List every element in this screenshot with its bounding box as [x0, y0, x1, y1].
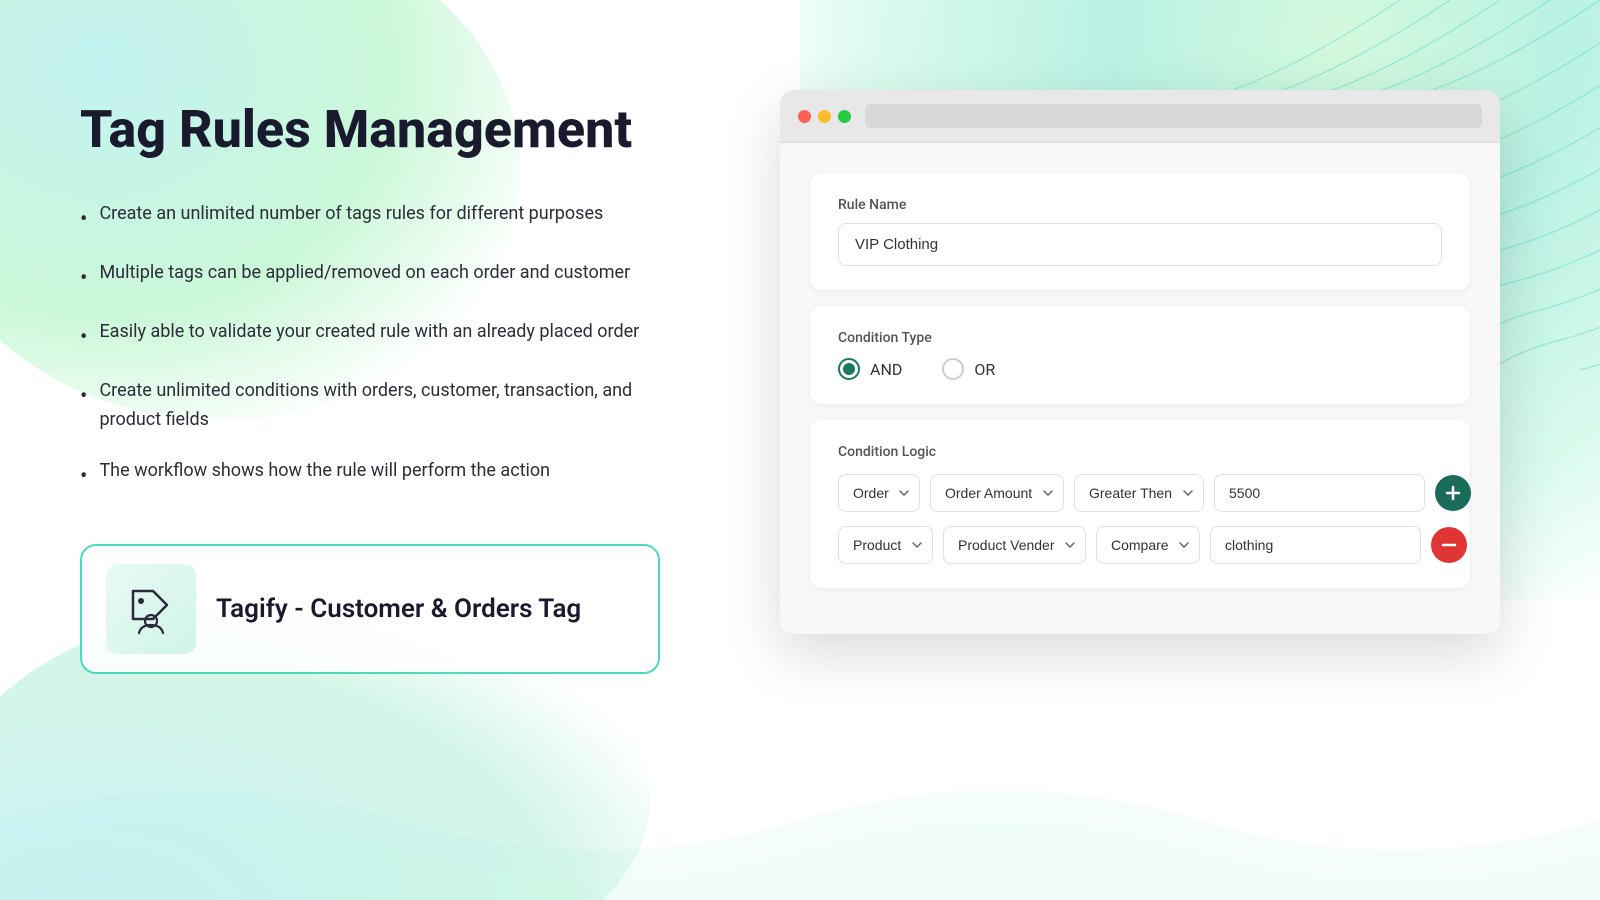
browser-dots: [798, 110, 851, 123]
condition-logic-label: Condition Logic: [838, 444, 1442, 460]
left-panel: Tag Rules Management Create an unlimited…: [80, 80, 680, 674]
field1-select-row2[interactable]: Product: [838, 526, 933, 564]
condition-logic-card: Condition Logic Order Order Amount Great…: [810, 420, 1470, 588]
feature-text: Create an unlimited number of tags rules…: [99, 200, 603, 229]
feature-text: Create unlimited conditions with orders,…: [99, 377, 680, 435]
value-input-row1[interactable]: [1214, 474, 1425, 512]
value-input-row2[interactable]: [1210, 526, 1421, 564]
radio-and[interactable]: AND: [838, 358, 902, 380]
feature-list: Create an unlimited number of tags rules…: [80, 200, 680, 494]
field2-select-row2[interactable]: Product Vender: [943, 526, 1086, 564]
radio-or-circle[interactable]: [942, 358, 964, 380]
condition-type-label: Condition Type: [838, 330, 1442, 346]
list-item: Multiple tags can be applied/removed on …: [80, 259, 680, 296]
radio-and-circle[interactable]: [838, 358, 860, 380]
app-card-title: Tagify - Customer & Orders Tag: [216, 594, 581, 624]
list-item: The workflow shows how the rule will per…: [80, 457, 680, 494]
page-title: Tag Rules Management: [80, 100, 680, 160]
list-item: Create an unlimited number of tags rules…: [80, 200, 680, 237]
browser-url-bar: [865, 104, 1482, 128]
remove-condition-button[interactable]: [1431, 527, 1467, 563]
add-condition-button[interactable]: [1435, 475, 1471, 511]
browser-content: Rule Name Condition Type AND: [780, 143, 1500, 634]
radio-and-label: AND: [870, 360, 902, 379]
app-card: Tagify - Customer & Orders Tag: [80, 544, 660, 674]
field2-select-row1[interactable]: Order Amount: [930, 474, 1064, 512]
radio-or-label: OR: [974, 360, 995, 379]
rule-name-card: Rule Name: [810, 173, 1470, 290]
field1-select-row1[interactable]: Order: [838, 474, 920, 512]
dot-red[interactable]: [798, 110, 811, 123]
condition-row-1: Order Order Amount Greater Then: [838, 474, 1442, 512]
rule-name-label: Rule Name: [838, 197, 1442, 213]
minus-icon: [1441, 537, 1457, 553]
dot-yellow[interactable]: [818, 110, 831, 123]
list-item: Easily able to validate your created rul…: [80, 318, 680, 355]
feature-text: Multiple tags can be applied/removed on …: [99, 259, 630, 288]
browser-window: Rule Name Condition Type AND: [780, 90, 1500, 634]
radio-group: AND OR: [838, 358, 1442, 380]
field3-select-row2[interactable]: Compare: [1096, 526, 1200, 564]
app-icon-box: [106, 564, 196, 654]
condition-type-card: Condition Type AND OR: [810, 306, 1470, 404]
feature-text: The workflow shows how the rule will per…: [99, 457, 550, 486]
condition-row-2: Product Product Vender Compare: [838, 526, 1442, 564]
browser-topbar: [780, 90, 1500, 143]
plus-icon: [1445, 485, 1461, 501]
app-icon: [123, 581, 179, 637]
radio-or[interactable]: OR: [942, 358, 995, 380]
right-panel: Rule Name Condition Type AND: [740, 80, 1540, 634]
list-item: Create unlimited conditions with orders,…: [80, 377, 680, 435]
field3-select-row1[interactable]: Greater Then: [1074, 474, 1204, 512]
rule-name-input[interactable]: [838, 223, 1442, 266]
feature-text: Easily able to validate your created rul…: [99, 318, 639, 347]
dot-green[interactable]: [838, 110, 851, 123]
